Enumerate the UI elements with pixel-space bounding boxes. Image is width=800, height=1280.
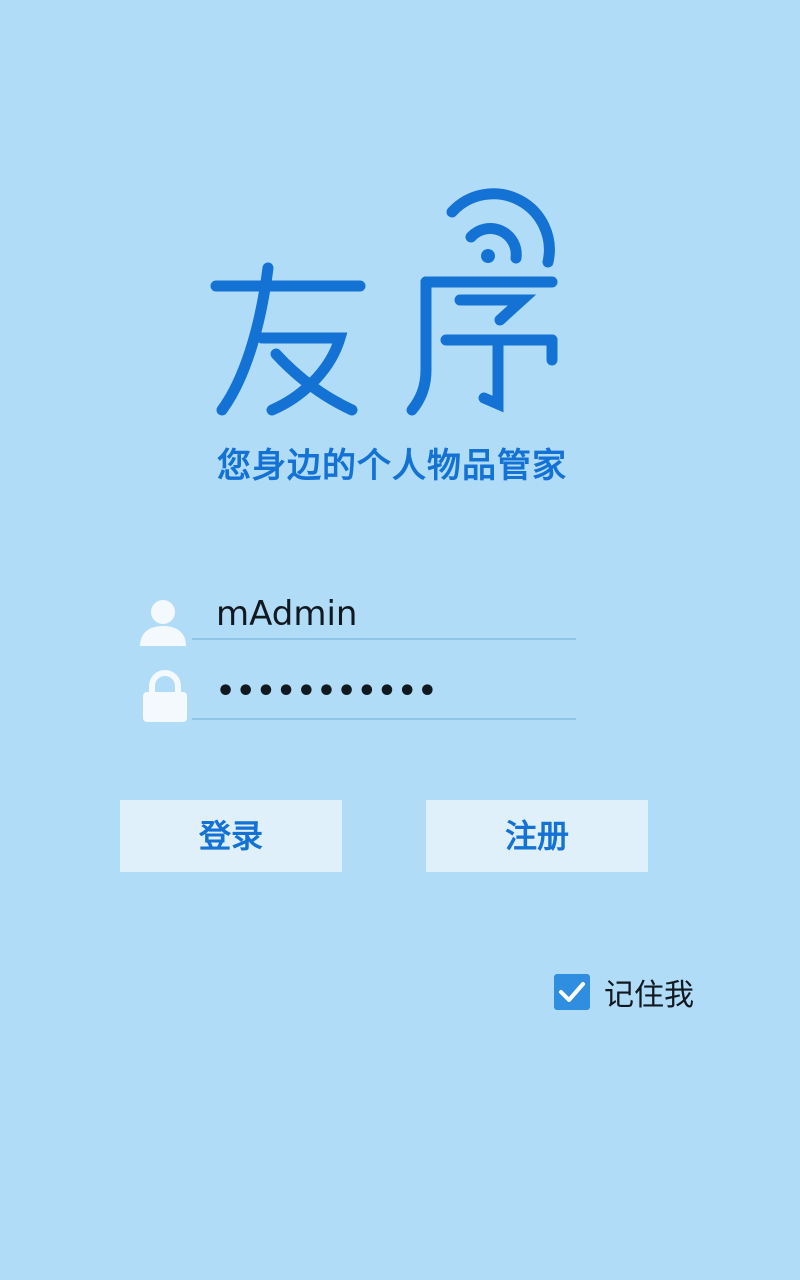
remember-me-label: 记住我 xyxy=(604,978,694,1013)
username-input[interactable] xyxy=(216,592,566,636)
remember-me[interactable]: 记住我 xyxy=(554,973,694,1013)
logo-character-you xyxy=(210,262,366,416)
remember-me-checkbox[interactable] xyxy=(554,974,590,1010)
login-button[interactable]: 登录 xyxy=(120,800,342,872)
password-field[interactable]: ••••••••••• xyxy=(192,672,576,720)
checkmark-icon xyxy=(559,982,585,1002)
user-icon xyxy=(140,600,186,646)
logo-character-xu xyxy=(406,276,558,416)
register-button[interactable]: 注册 xyxy=(426,800,648,872)
wifi-signal-icon xyxy=(446,188,555,268)
password-input[interactable]: ••••••••••• xyxy=(216,674,438,709)
app-slogan: 您身边的个人物品管家 xyxy=(217,446,567,486)
lock-icon xyxy=(143,670,187,722)
username-field[interactable] xyxy=(192,592,576,640)
